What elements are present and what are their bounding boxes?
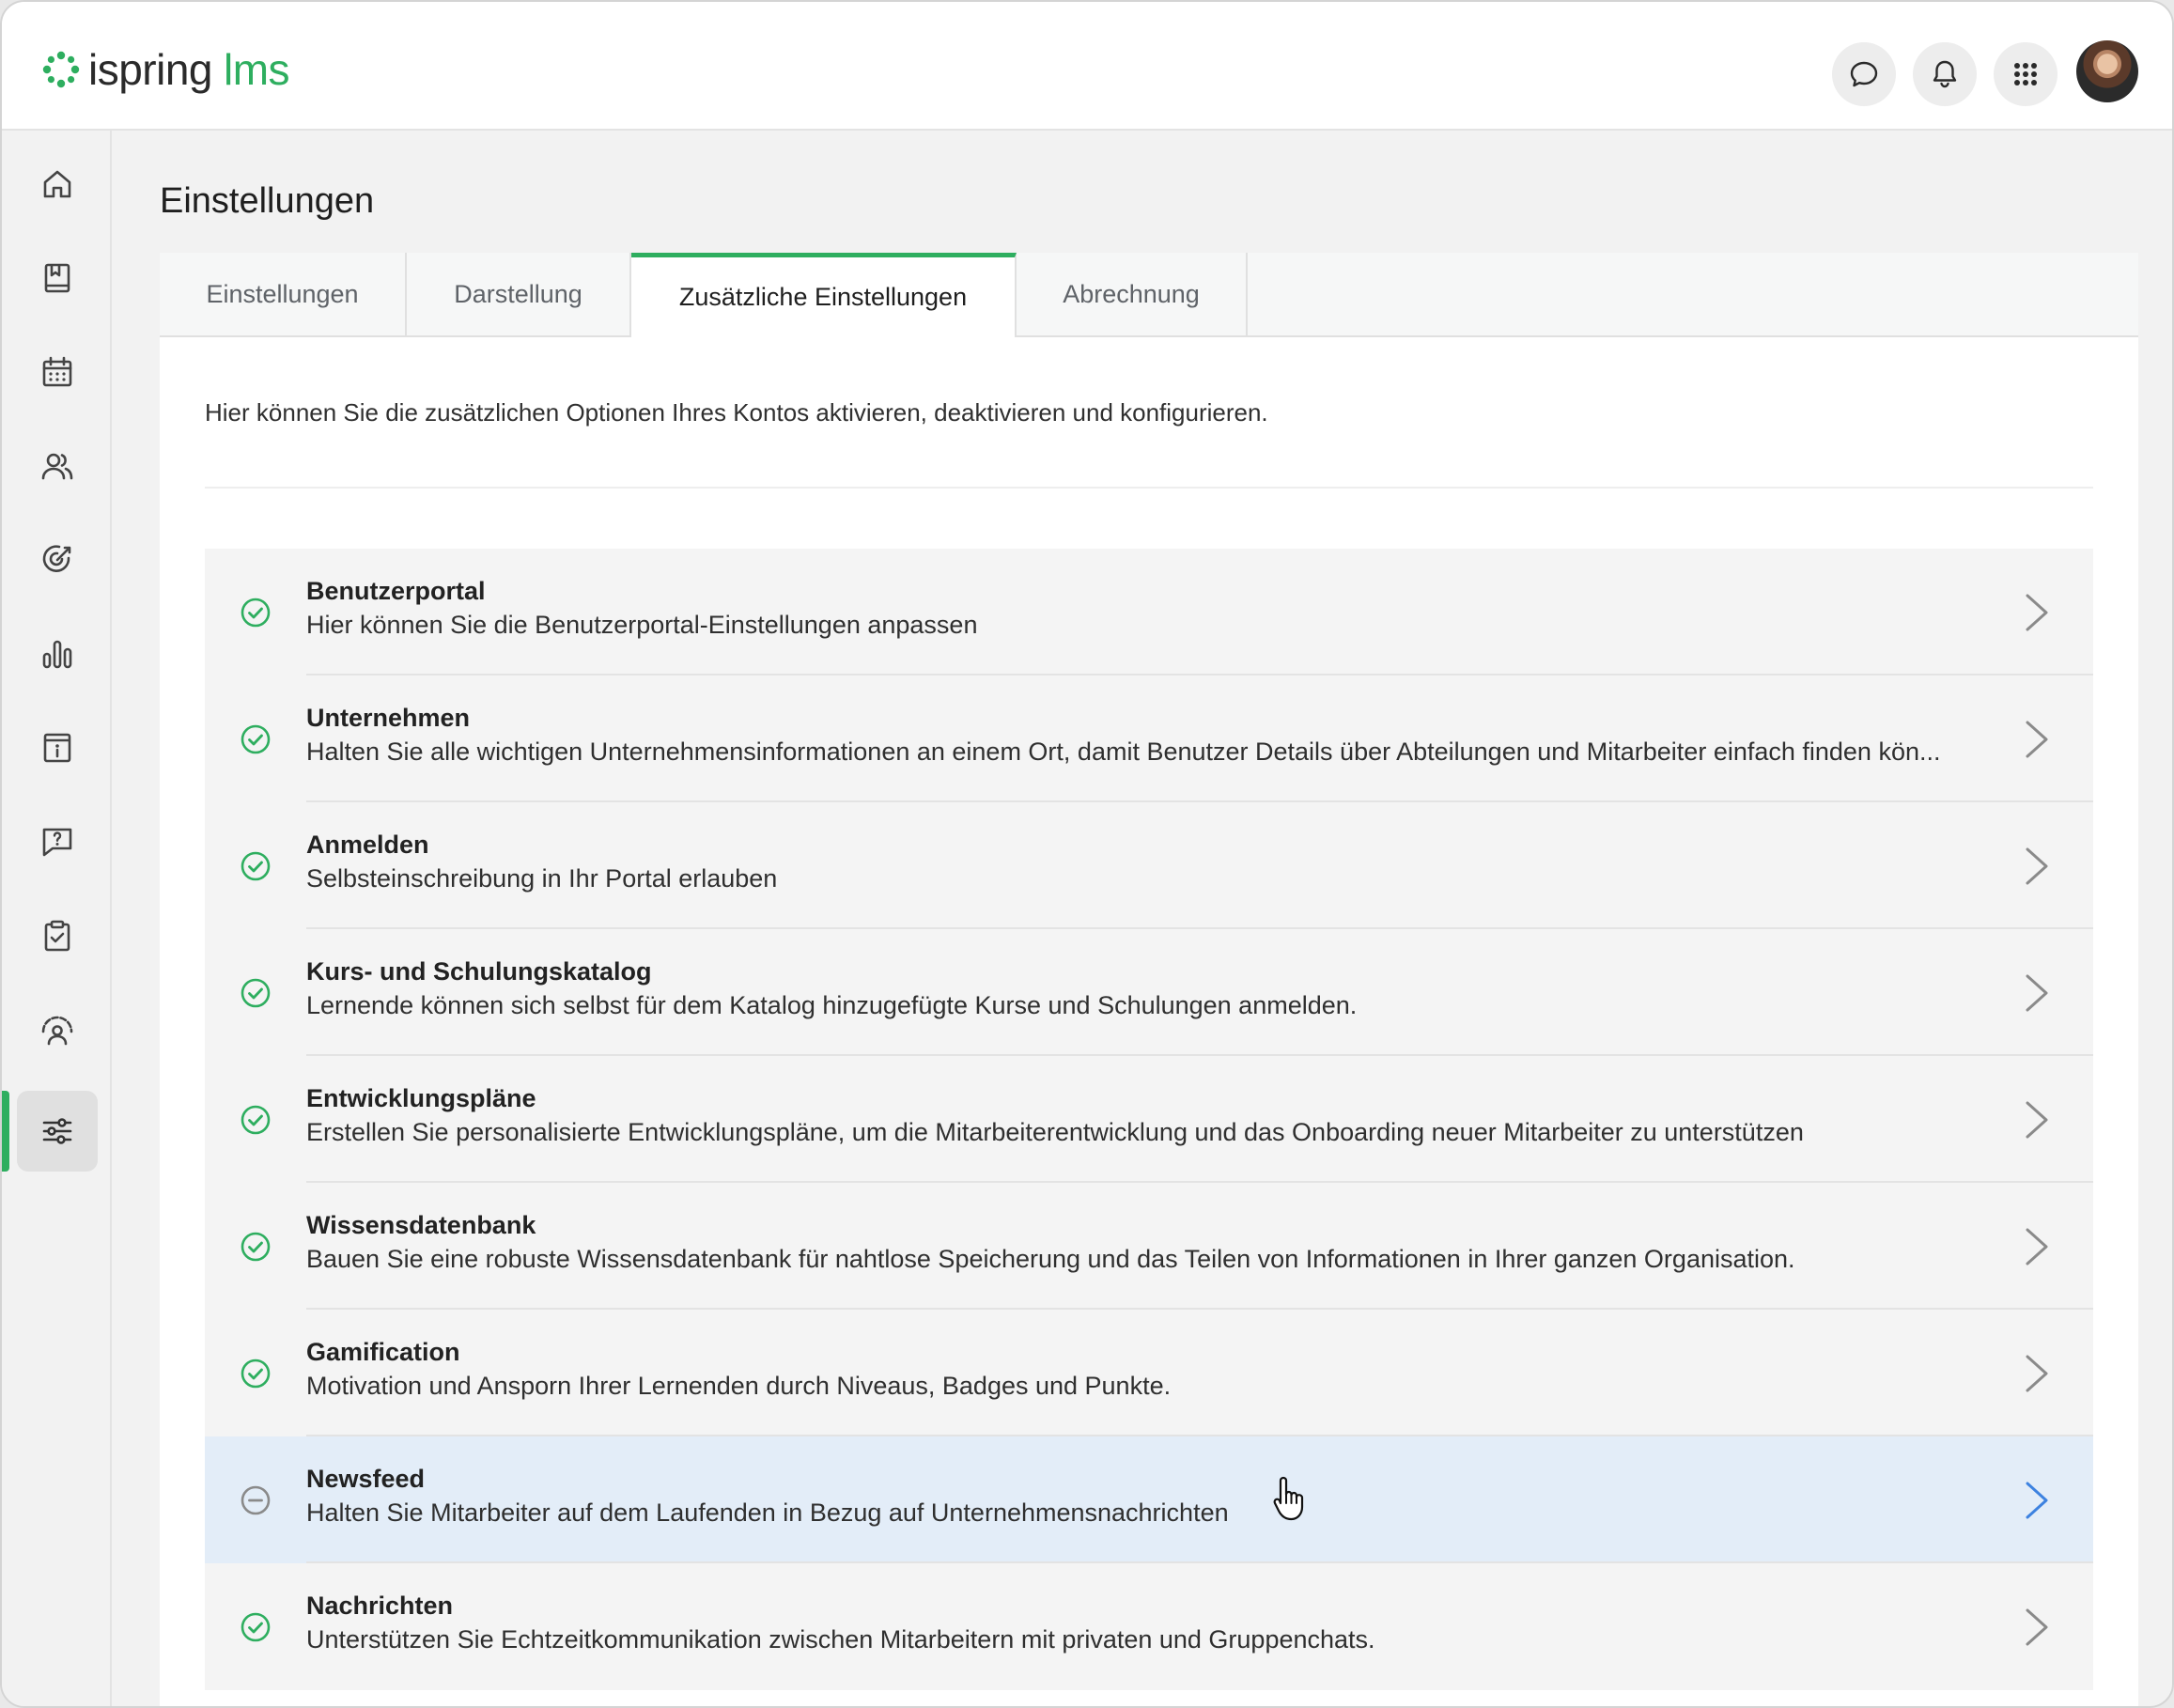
item-title: Newsfeed [306,1465,426,1493]
sidebar-item-goals[interactable] [17,520,98,600]
list-item[interactable]: Unternehmen Halten Sie alle wichtigen Unt… [205,675,2093,802]
apps-button[interactable] [1994,42,2058,106]
logo-text: ispring lms [88,45,290,94]
bell-icon [1933,60,1957,88]
chevron-right-icon [2026,1228,2048,1265]
logo-primary: ispring [88,45,213,94]
check-circle-icon [241,1612,271,1642]
item-title: Benutzerportal [306,577,486,605]
logo-secondary: lms [224,45,290,94]
tab-abrechnung[interactable]: Abrechnung [1017,253,1248,335]
sidebar-item-settings[interactable] [17,1091,98,1172]
chevron-right-icon [2026,594,2048,631]
top-header: ispring lms [2,2,2172,131]
sidebar-item-users[interactable] [17,426,98,506]
item-description: Bauen Sie eine robuste Wissensdatenbank … [306,1245,1795,1273]
item-description: Hier können Sie die Benutzerportal-Einst… [306,611,978,639]
sidebar-item-performance[interactable] [17,989,98,1070]
chevron-right-icon [2026,847,2048,885]
item-description: Lernende können sich selbst für dem Kata… [306,991,1358,1019]
chevron-right-icon [2026,1482,2048,1519]
check-circle-icon [241,598,271,628]
item-description: Motivation und Ansporn Ihrer Lernenden d… [306,1372,1172,1400]
check-circle-icon [241,978,271,1008]
item-title: Gamification [306,1338,460,1366]
sidebar [2,131,112,1706]
sidebar-item-home[interactable] [17,144,98,225]
list-item[interactable]: Entwicklungspläne Erstellen Sie personali… [205,1056,2093,1183]
people-gauge-icon [41,1016,73,1046]
sidebar-item-tasks[interactable] [17,895,98,976]
user-avatar[interactable] [2076,40,2138,102]
tab-zusaetzliche-einstellungen[interactable]: Zusätzliche Einstellungen [631,253,1017,337]
ispring-logo-icon [42,51,80,88]
info-board-icon [43,733,71,763]
list-item[interactable]: Nachrichten Unterstützen Sie Echtzeitkomm… [205,1563,2093,1690]
settings-card: Einstellungen Darstellung Zusätzliche Ei… [160,253,2138,1706]
item-title: Wissensdatenbank [306,1211,536,1239]
item-description: Erstellen Sie personalisierte Entwicklun… [306,1118,1804,1146]
tab-einstellungen[interactable]: Einstellungen [160,253,407,335]
sidebar-item-reports[interactable] [17,613,98,694]
target-icon [42,545,71,572]
list-item[interactable]: Newsfeed Halten Sie Mitarbeiter auf dem L… [205,1436,2093,1563]
item-title: Kurs- und Schulungskatalog [306,957,652,986]
page-title: Einstellungen [160,181,375,221]
chat-icon [1850,61,1878,87]
active-indicator [2,1091,9,1172]
item-description: Unterstützen Sie Echtzeitkommunikation z… [306,1625,1375,1654]
settings-sliders-icon [42,1118,72,1144]
list-item[interactable]: Gamification Motivation und Ansporn Ihrer… [205,1310,2093,1436]
item-description: Halten Sie Mitarbeiter auf dem Laufenden… [306,1498,1229,1527]
sidebar-item-help[interactable] [17,801,98,882]
list-item[interactable]: Benutzerportal Hier können Sie die Benutz… [205,549,2093,675]
chat-button[interactable] [1832,42,1896,106]
app-window: ispring lms Einstellungen Einstellungen … [0,0,2174,1708]
chevron-right-icon [2026,1608,2048,1646]
hand-cursor-icon [1273,1476,1304,1521]
chevron-right-icon [2026,1355,2048,1392]
minus-circle-icon [241,1485,271,1515]
sidebar-item-calendar[interactable] [17,332,98,412]
tab-darstellung[interactable]: Darstellung [407,253,631,335]
chevron-right-icon [2026,1101,2048,1139]
tab-bar: Einstellungen Darstellung Zusätzliche Ei… [160,253,2138,337]
item-title: Entwicklungspläne [306,1084,536,1112]
item-title: Nachrichten [306,1592,454,1620]
item-title: Anmelden [306,831,429,859]
chevron-right-icon [2026,974,2048,1012]
chevron-right-icon [2026,721,2048,758]
home-icon [43,170,71,198]
check-circle-icon [241,851,271,881]
check-circle-icon [241,1232,271,1262]
ispring-logo[interactable]: ispring lms [41,45,290,94]
item-description: Selbsteinschreibung in Ihr Portal erlaub… [306,864,778,893]
notifications-button[interactable] [1913,42,1977,106]
users-icon [41,453,73,480]
item-title: Unternehmen [306,704,471,732]
item-description: Halten Sie alle wichtigen Unternehmensin… [306,738,1941,766]
sidebar-item-info[interactable] [17,707,98,788]
check-circle-icon [241,724,271,754]
reports-icon [42,640,72,669]
divider [205,487,2093,489]
apps-grid-icon [2014,63,2037,85]
feature-list: Benutzerportal Hier können Sie die Benutz… [205,549,2093,1690]
clipboard-check-icon [44,920,70,952]
intro-text: Hier können Sie die zusätzlichen Optione… [205,398,1268,427]
list-item[interactable]: Anmelden Selbsteinschreibung in Ihr Porta… [205,802,2093,929]
book-icon [44,263,70,293]
list-item[interactable]: Kurs- und Schulungskatalog Lernende könne… [205,929,2093,1056]
check-circle-icon [241,1105,271,1135]
calendar-icon [42,356,72,387]
help-chat-icon [42,828,72,857]
sidebar-item-library[interactable] [17,238,98,318]
list-item[interactable]: Wissensdatenbank Bauen Sie eine robuste W… [205,1183,2093,1310]
check-circle-icon [241,1359,271,1389]
